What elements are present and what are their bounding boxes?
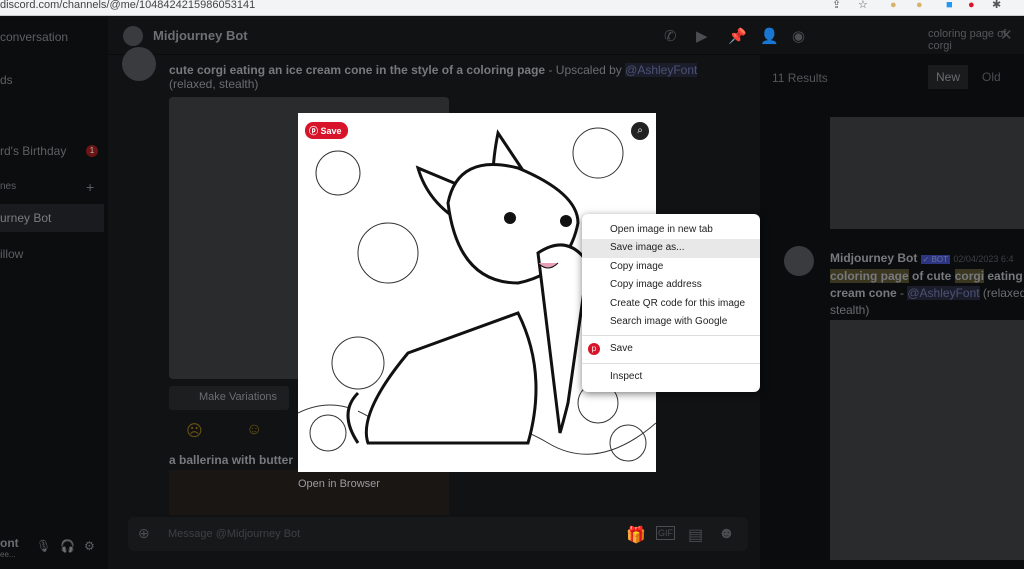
- add-dm-icon[interactable]: +: [86, 179, 94, 195]
- close-search-icon[interactable]: ✕: [1000, 26, 1013, 44]
- user-status: ee...: [0, 550, 16, 559]
- highlight: corgi: [954, 269, 985, 283]
- bookmark-star-icon[interactable]: ☆: [858, 0, 868, 11]
- dm-header: nes: [0, 181, 17, 192]
- menu-pinterest-save[interactable]: p Save: [582, 340, 760, 358]
- browser-address-bar[interactable]: discord.com/channels/@me/104842421598605…: [0, 0, 1024, 16]
- prompt-text: cute corgi eating an ice cream cone in t…: [169, 63, 546, 77]
- sidebar-item[interactable]: ds: [0, 73, 13, 87]
- message-image[interactable]: [169, 470, 449, 515]
- menu-label: Save: [610, 343, 633, 355]
- mute-icon[interactable]: 🎙: [36, 539, 51, 553]
- sidebar-item[interactable]: illow: [0, 247, 23, 261]
- channel-title: Midjourney Bot: [153, 28, 248, 43]
- url-text[interactable]: discord.com/channels/@me/104842421598605…: [0, 0, 255, 11]
- text: cream cone: [830, 286, 897, 300]
- add-friend-icon[interactable]: 👤: [760, 27, 779, 45]
- divider: [582, 335, 760, 337]
- sidebar-item-active[interactable]: urney Bot: [0, 204, 104, 232]
- pin-icon[interactable]: 📌: [728, 27, 747, 45]
- text: eating an ice: [987, 269, 1024, 283]
- video-icon[interactable]: ▶: [696, 27, 708, 45]
- headphones-icon[interactable]: 🎧: [60, 539, 75, 553]
- sticker-icon[interactable]: ▤: [688, 525, 703, 545]
- results-count: 11 Results: [772, 71, 828, 85]
- pin-save-label: Save: [320, 126, 342, 136]
- extension-icon[interactable]: ●: [890, 0, 897, 11]
- menu-copy-image-address[interactable]: Copy image address: [582, 276, 760, 294]
- unread-badge: 1: [86, 145, 98, 157]
- bot-avatar: [784, 246, 814, 276]
- highlight: coloring page: [830, 269, 909, 283]
- user-mention[interactable]: @AshleyFont: [625, 63, 698, 77]
- gift-icon[interactable]: 🎁: [626, 525, 646, 545]
- find-conversation[interactable]: conversation: [0, 30, 68, 44]
- menu-search-google[interactable]: Search image with Google: [582, 313, 760, 331]
- tab-old[interactable]: Old: [982, 70, 1001, 84]
- dm-sidebar: conversation ds rd's Birthday 1 nes + ur…: [0, 17, 108, 569]
- rating-emoji-icon[interactable]: ☺: [246, 421, 262, 439]
- extension-icon[interactable]: ●: [916, 0, 923, 11]
- menu-create-qr[interactable]: Create QR code for this image: [582, 295, 760, 313]
- message-composer[interactable]: ⊕ Message @Midjourney Bot 🎁 GIF ▤ ☻: [128, 517, 748, 551]
- timestamp: 02/04/2023 6:4: [953, 254, 1014, 264]
- text: -: [896, 286, 908, 300]
- menu-copy-image[interactable]: Copy image: [582, 258, 760, 276]
- profile-icon[interactable]: ◉: [792, 27, 805, 45]
- result-image[interactable]: [830, 117, 1024, 229]
- text: of cute: [908, 269, 955, 283]
- message: cute corgi eating an ice cream cone in t…: [169, 63, 729, 91]
- bot-avatar: [122, 47, 156, 81]
- rating-emoji-icon[interactable]: ☹: [186, 421, 203, 441]
- menu-open-new-tab[interactable]: Open image in new tab: [582, 221, 760, 239]
- open-in-browser-link[interactable]: Open in Browser: [298, 478, 380, 490]
- make-variations-button[interactable]: Make Variations: [169, 386, 289, 410]
- message-input[interactable]: Message @Midjourney Bot: [168, 528, 300, 540]
- extension-icon[interactable]: ■: [946, 0, 953, 11]
- bot-avatar: [123, 26, 143, 46]
- prompt-text: a ballerina with butter: [169, 453, 294, 467]
- pinterest-icon: p: [588, 343, 600, 356]
- puzzle-icon[interactable]: ✱: [992, 0, 1001, 11]
- pinterest-save-button[interactable]: ⓟ Save: [305, 122, 348, 139]
- username: ont: [0, 536, 19, 550]
- upscaled-by: - Upscaled by: [545, 63, 626, 77]
- sidebar-item-label: urney Bot: [0, 211, 52, 225]
- pinterest-extension-icon[interactable]: ●: [968, 0, 975, 11]
- share-icon[interactable]: ⇪: [832, 0, 841, 11]
- user-mention[interactable]: @AshleyFont: [907, 286, 980, 300]
- meta: (relaxed,: [982, 286, 1024, 300]
- divider: [582, 362, 760, 364]
- channel-header: Midjourney Bot ✆ ▶ 📌 👤 ◉ coloring page o…: [108, 17, 1024, 55]
- search-result-message[interactable]: Midjourney Bot ✓ BOT 02/04/2023 6:4 colo…: [830, 250, 1024, 319]
- settings-gear-icon[interactable]: ⚙: [84, 539, 95, 553]
- emoji-icon[interactable]: ☻: [718, 525, 735, 543]
- context-menu: Open image in new tab Save image as... C…: [582, 214, 760, 392]
- gif-icon[interactable]: GIF: [656, 526, 675, 540]
- attach-plus-icon[interactable]: ⊕: [138, 525, 150, 542]
- message-meta: (relaxed, stealth): [169, 77, 259, 91]
- tab-new[interactable]: New: [928, 65, 969, 89]
- meta: stealth): [830, 303, 870, 317]
- menu-save-image-as[interactable]: Save image as...: [582, 239, 760, 258]
- sidebar-item[interactable]: rd's Birthday: [0, 144, 66, 158]
- call-icon[interactable]: ✆: [664, 27, 677, 45]
- bot-tag: ✓ BOT: [920, 255, 951, 264]
- search-results-panel: 11 Results New Old Midjourney Bot ✓ BOT …: [760, 55, 1024, 569]
- google-lens-icon[interactable]: ⌕: [631, 122, 649, 140]
- result-image[interactable]: [830, 320, 1024, 560]
- author: Midjourney Bot: [830, 251, 918, 265]
- menu-inspect[interactable]: Inspect: [582, 368, 760, 386]
